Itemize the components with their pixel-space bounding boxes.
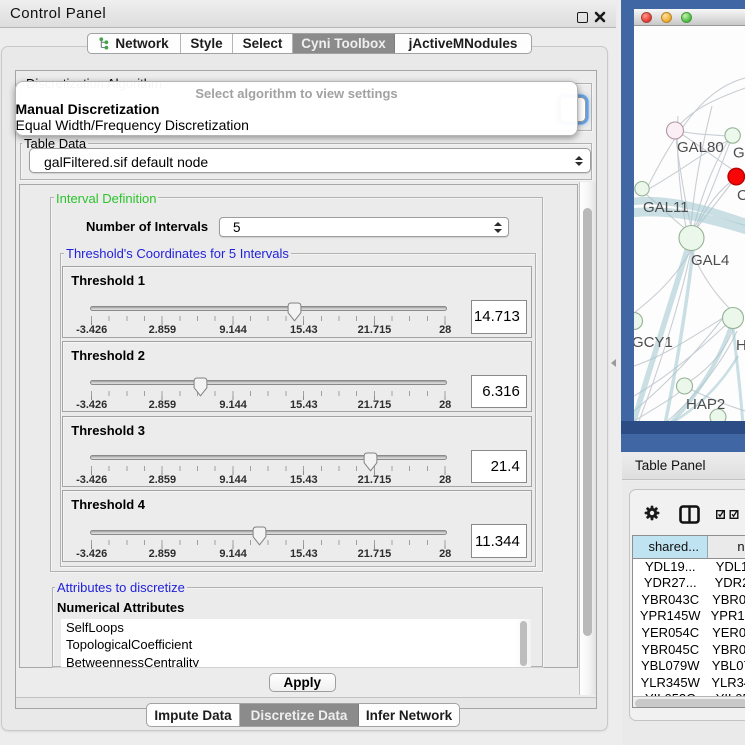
svg-text:GAL80: GAL80 (677, 139, 724, 156)
svg-text:GCY1: GCY1 (634, 334, 673, 351)
svg-text:GAL11: GAL11 (643, 199, 689, 216)
svg-text:GAL4: GAL4 (691, 252, 729, 269)
svg-text:HAP2: HAP2 (686, 396, 725, 413)
svg-text:H: H (736, 337, 745, 354)
svg-text:C: C (737, 187, 745, 204)
svg-text:G.: G. (733, 145, 745, 162)
